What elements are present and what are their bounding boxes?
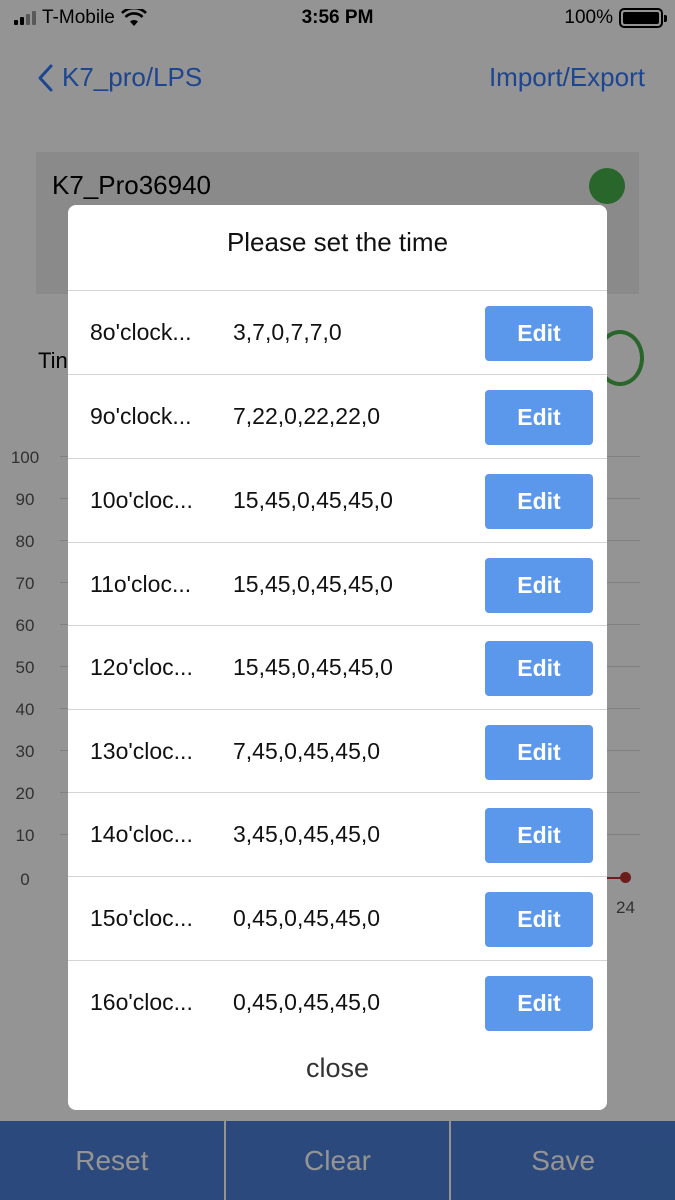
time-row: 13o'cloc... 7,45,0,45,45,0 Edit [68,709,607,793]
edit-button[interactable]: Edit [485,390,593,445]
time-settings-modal: Please set the time 8o'clock... 3,7,0,7,… [68,205,607,1110]
edit-button[interactable]: Edit [485,641,593,696]
edit-button[interactable]: Edit [485,558,593,613]
edit-button[interactable]: Edit [485,808,593,863]
time-row-values: 15,45,0,45,45,0 [233,487,393,513]
time-row-values: 3,45,0,45,45,0 [233,821,381,847]
time-row-label: 8o'clock... [90,319,192,345]
close-button[interactable]: close [68,1053,607,1084]
time-row: 8o'clock... 3,7,0,7,7,0 Edit [68,290,607,374]
edit-button[interactable]: Edit [485,474,593,529]
time-row-values: 7,22,0,22,22,0 [233,403,381,429]
time-row-label: 13o'cloc... [90,738,193,764]
time-row-values: 0,45,0,45,45,0 [233,905,381,931]
edit-button[interactable]: Edit [485,976,593,1031]
time-row: 11o'cloc... 15,45,0,45,45,0 Edit [68,542,607,626]
modal-title: Please set the time [226,227,449,257]
time-row-label: 9o'clock... [90,403,192,429]
time-row-values: 15,45,0,45,45,0 [233,571,393,597]
time-row: 16o'cloc... 0,45,0,45,45,0 Edit [68,960,607,1044]
edit-button[interactable]: Edit [485,892,593,947]
time-row-label: 14o'cloc... [90,821,193,847]
time-row: 14o'cloc... 3,45,0,45,45,0 Edit [68,792,607,876]
time-row-label: 15o'cloc... [90,905,193,931]
time-row: 12o'cloc... 15,45,0,45,45,0 Edit [68,625,607,709]
time-row-label: 10o'cloc... [90,487,193,513]
time-row: 9o'clock... 7,22,0,22,22,0 Edit [68,374,607,458]
time-row-label: 12o'cloc... [90,654,193,680]
time-row-values: 7,45,0,45,45,0 [233,738,381,764]
time-row-values: 3,7,0,7,7,0 [233,319,342,345]
time-row-values: 15,45,0,45,45,0 [233,654,393,680]
time-row: 15o'cloc... 0,45,0,45,45,0 Edit [68,876,607,960]
edit-button[interactable]: Edit [485,306,593,361]
time-row-label: 16o'cloc... [90,989,193,1015]
time-row: 10o'cloc... 15,45,0,45,45,0 Edit [68,458,607,542]
time-row-values: 0,45,0,45,45,0 [233,989,381,1015]
time-row-label: 11o'cloc... [90,571,192,597]
edit-button[interactable]: Edit [485,725,593,780]
